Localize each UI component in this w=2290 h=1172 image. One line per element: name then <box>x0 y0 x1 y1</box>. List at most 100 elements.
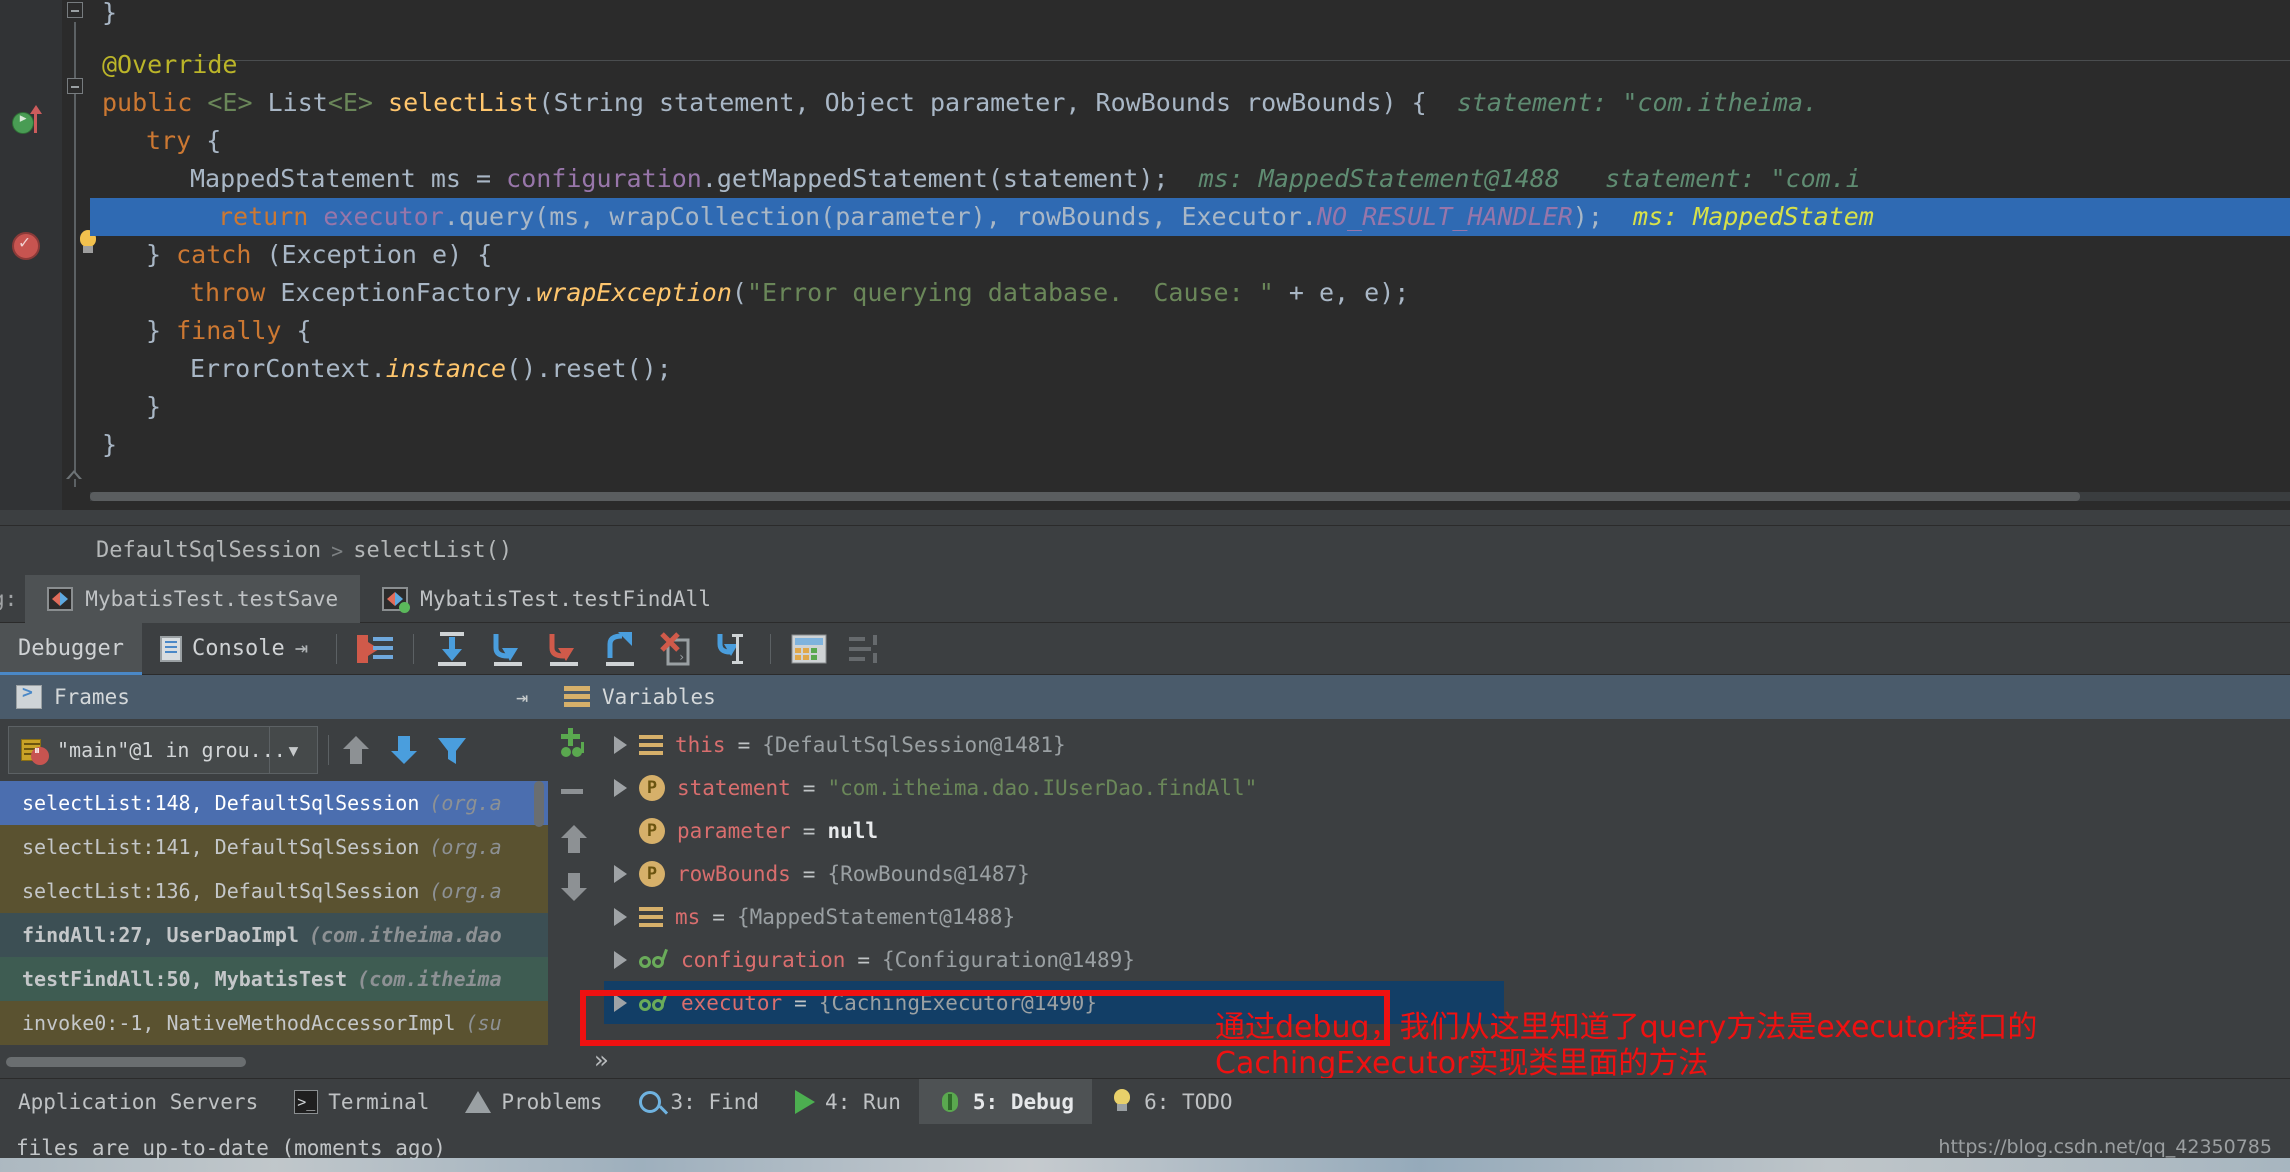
fold-chevron-icon[interactable] <box>66 470 82 479</box>
tool-button-label: 3: Find <box>670 1089 760 1114</box>
frame-class: DefaultSqlSession <box>214 879 420 903</box>
warning-triangle-icon <box>465 1090 492 1113</box>
frames-pin-icon[interactable]: ⇥ <box>516 685 528 709</box>
tool-button-find[interactable]: 3: Find <box>621 1079 778 1125</box>
variable-row-parameter[interactable]: P parameter = null <box>604 809 878 852</box>
show-execution-point-button[interactable] <box>351 626 399 672</box>
expand-chevron-icon[interactable] <box>614 735 627 754</box>
variable-row-this[interactable]: this = {DefaultSqlSession@1481} <box>604 723 1066 766</box>
variable-row-rowbounds[interactable]: P rowBounds = {RowBounds@1487} <box>604 852 1030 895</box>
frames-title: Frames <box>54 685 130 709</box>
tab-console[interactable]: Console ⇥ <box>142 623 326 675</box>
ide-window: } @Override public <E> List<E> selectLis… <box>0 0 2290 1172</box>
chevron-down-icon[interactable]: ▼ <box>269 727 317 773</box>
editor-hscroll-thumb[interactable] <box>90 492 2080 501</box>
frames-filter-button[interactable] <box>431 727 473 773</box>
tool-window-bar[interactable]: Application Servers >_ Terminal Problems… <box>0 1078 2290 1125</box>
pin-tab-icon[interactable]: ⇥ <box>295 636 308 661</box>
watch-up-button[interactable] <box>548 815 600 863</box>
fold-collapse-icon-method[interactable] <box>67 78 83 94</box>
expand-chevron-icon[interactable] <box>614 778 627 797</box>
tool-button-problems[interactable]: Problems <box>447 1079 620 1125</box>
frames-down-button[interactable] <box>383 727 425 773</box>
run-method-icon[interactable] <box>12 108 34 134</box>
tab-debugger[interactable]: Debugger <box>0 622 142 675</box>
frame-row[interactable]: selectList:148, DefaultSqlSession (org.a <box>0 781 548 825</box>
code-line-0[interactable]: } <box>102 0 117 32</box>
frames-panel[interactable]: "main"@1 in grou... ▼ selectList:148, De… <box>0 719 548 1069</box>
tool-button-terminal[interactable]: >_ Terminal <box>276 1079 447 1125</box>
breakpoint-icon[interactable] <box>12 232 40 260</box>
code-line-annotation[interactable]: @Override <box>102 46 237 84</box>
tool-button-debug[interactable]: 5: Debug <box>918 1078 1093 1125</box>
run-to-cursor-button[interactable] <box>708 626 756 672</box>
watch-down-button[interactable] <box>548 863 600 911</box>
code-line-return-executor-query[interactable]: return executor.query(ms, wrapCollection… <box>90 198 2290 236</box>
equals-sign: = <box>802 775 816 800</box>
equals-sign: = <box>857 947 871 972</box>
thread-combo-box[interactable]: "main"@1 in grou... ▼ <box>8 726 318 774</box>
run-tab-test-find-all[interactable]: MybatisTest.testFindAll <box>360 575 733 623</box>
frames-panel-header[interactable]: Frames ⇥ <box>0 675 548 719</box>
variable-value: {DefaultSqlSession@1481} <box>762 732 1066 757</box>
frame-class: NativeMethodAccessorImpl <box>166 1011 456 1035</box>
debug-toolbar[interactable]: Debugger Console ⇥ › <box>0 622 2290 675</box>
frame-row[interactable]: selectList:141, DefaultSqlSession (org.a <box>0 825 548 869</box>
thread-selector-row[interactable]: "main"@1 in grou... ▼ <box>0 719 548 781</box>
breadcrumb-class[interactable]: DefaultSqlSession <box>96 538 321 563</box>
code-line-error-context-reset[interactable]: ErrorContext.instance().reset(); <box>190 350 672 388</box>
variables-overflow-icon[interactable]: » <box>594 1046 608 1074</box>
code-text-area[interactable]: } @Override public <E> List<E> selectLis… <box>90 0 2290 510</box>
step-into-button[interactable] <box>484 626 532 672</box>
run-tab-test-save[interactable]: MybatisTest.testSave <box>25 574 361 623</box>
code-line-finally[interactable]: } finally { <box>146 312 312 350</box>
evaluate-expression-button[interactable] <box>785 626 833 672</box>
code-line-close-try[interactable]: } <box>146 388 161 426</box>
frame-row[interactable]: findAll:27, UserDaoImpl (com.itheima.dao <box>0 913 548 957</box>
code-line-method-signature[interactable]: public <E> List<E> selectList(String sta… <box>102 84 1818 122</box>
frames-list[interactable]: selectList:148, DefaultSqlSession (org.a … <box>0 781 548 1069</box>
expand-chevron-icon[interactable] <box>614 907 627 926</box>
variable-row-configuration[interactable]: configuration = {Configuration@1489} <box>604 938 1135 981</box>
add-watch-button[interactable] <box>548 719 600 767</box>
frame-class: UserDaoImpl <box>166 923 299 947</box>
variable-value: {MappedStatement@1488} <box>736 904 1016 929</box>
frame-row[interactable]: selectList:136, DefaultSqlSession (org.a <box>0 869 548 913</box>
frame-row[interactable]: testFindAll:50, MybatisTest (com.itheima <box>0 957 548 1001</box>
tool-button-application-servers[interactable]: Application Servers <box>0 1079 276 1125</box>
fold-collapse-icon-top[interactable] <box>67 2 83 18</box>
drop-frame-button[interactable]: › <box>652 626 700 672</box>
toolbar-divider <box>335 633 337 664</box>
code-line-throw[interactable]: throw ExceptionFactory.wrapException("Er… <box>190 274 1409 312</box>
variable-row-ms[interactable]: ms = {MappedStatement@1488} <box>604 895 1015 938</box>
expand-chevron-icon[interactable] <box>614 950 627 969</box>
variables-panel-header[interactable]: Variables <box>548 675 2290 719</box>
remove-watch-button[interactable] <box>548 767 600 815</box>
breadcrumb-method[interactable]: selectList() <box>353 538 512 563</box>
expand-chevron-icon[interactable] <box>614 864 627 883</box>
code-line-catch[interactable]: } catch (Exception e) { <box>146 236 492 274</box>
code-line-mapped-statement[interactable]: MappedStatement ms = configuration.getMa… <box>190 160 1861 198</box>
tool-button-label: 4: Run <box>825 1089 901 1114</box>
step-over-button[interactable] <box>428 626 476 672</box>
status-message: files are up-to-date (moments ago) <box>16 1136 446 1160</box>
tool-button-todo[interactable]: 6: TODO <box>1092 1079 1251 1125</box>
tool-button-run[interactable]: 4: Run <box>777 1079 919 1125</box>
run-configuration-tabs[interactable]: g: MybatisTest.testSave MybatisTest.test… <box>0 574 2290 623</box>
layout-settings-button[interactable] <box>841 626 889 672</box>
breadcrumb[interactable]: DefaultSqlSession > selectList() <box>0 525 2290 575</box>
step-out-button[interactable] <box>596 626 644 672</box>
frames-up-button[interactable] <box>335 727 377 773</box>
run-tab-label: MybatisTest.testSave <box>85 586 339 611</box>
frames-hscroll-thumb[interactable] <box>6 1057 246 1067</box>
frame-row[interactable]: invoke0:-1, NativeMethodAccessorImpl (su <box>0 1001 548 1045</box>
variable-value: null <box>827 818 879 843</box>
code-line-close-method[interactable]: } <box>102 426 117 464</box>
frames-toolbar-divider <box>328 735 329 765</box>
editor-gutter[interactable] <box>0 0 62 510</box>
frames-vscroll-thumb[interactable] <box>534 781 544 827</box>
code-line-try[interactable]: try { <box>146 122 221 160</box>
force-step-into-button[interactable] <box>540 626 588 672</box>
variable-row-statement[interactable]: P statement = "com.itheima.dao.IUserDao.… <box>604 766 1257 809</box>
code-editor[interactable]: } @Override public <E> List<E> selectLis… <box>0 0 2290 510</box>
